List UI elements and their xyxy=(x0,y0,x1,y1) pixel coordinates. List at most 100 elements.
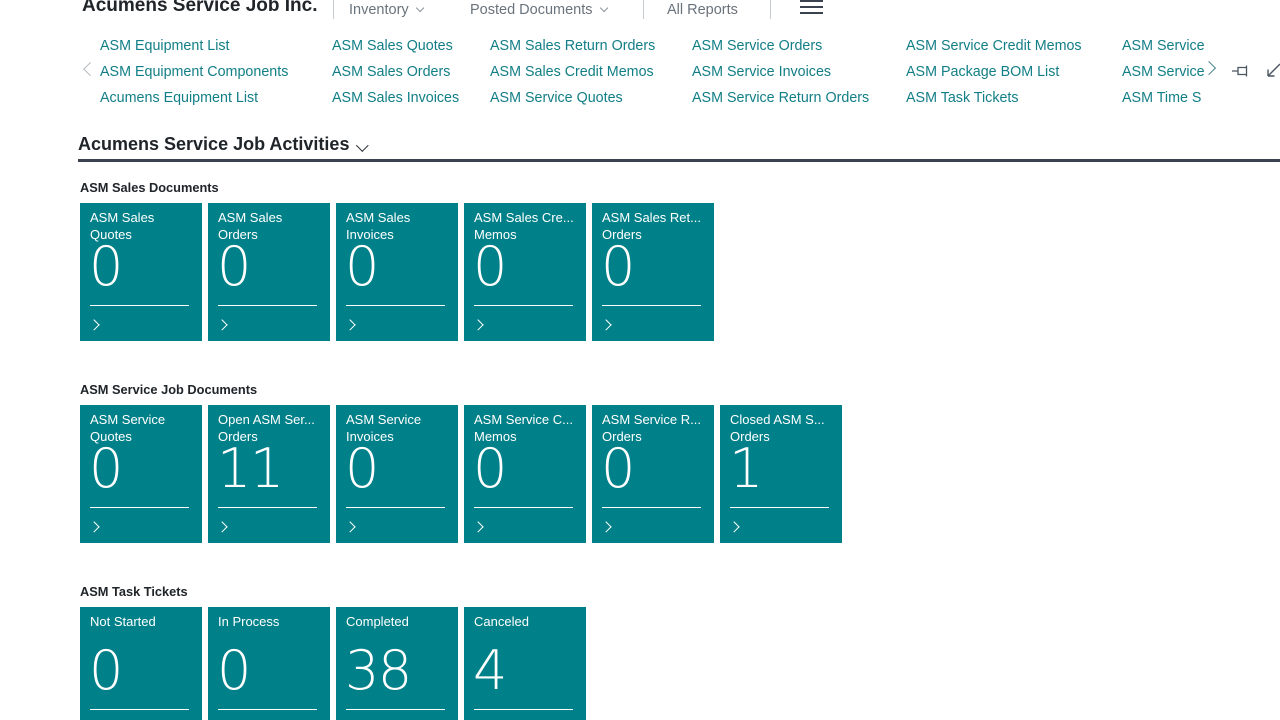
link-column: ASM Service OrdersASM Service InvoicesAS… xyxy=(692,33,869,111)
chevron-right-icon xyxy=(472,522,483,533)
tile-divider xyxy=(90,305,189,306)
cue-tile[interactable]: Open ASM Ser...Orders11 xyxy=(208,405,330,543)
chevron-right-icon xyxy=(216,522,227,533)
nav-link[interactable]: ASM Package BOM List xyxy=(906,59,1082,85)
cue-tile[interactable]: ASM SalesQuotes0 xyxy=(80,203,202,341)
tile-divider xyxy=(346,709,445,710)
page-title[interactable]: Acumens Service Job Inc. xyxy=(82,0,318,17)
chevron-right-icon xyxy=(88,522,99,533)
nav-separator xyxy=(333,0,334,19)
chevron-right-icon xyxy=(472,320,483,331)
cue-tile[interactable]: ASM SalesInvoices0 xyxy=(336,203,458,341)
chevron-right-icon xyxy=(344,320,355,331)
nav-link[interactable]: ASM Service Return Orders xyxy=(692,85,869,111)
tile-value: 0 xyxy=(217,241,250,293)
activity-group: ASM Service Job DocumentsASM ServiceQuot… xyxy=(80,382,842,543)
tile-divider xyxy=(218,507,317,508)
chevron-right-icon xyxy=(728,522,739,533)
nav-link[interactable]: ASM Sales Credit Memos xyxy=(490,59,655,85)
cue-tile[interactable]: Not Started 0 xyxy=(80,607,202,720)
cue-tile[interactable]: ASM Service R...Orders0 xyxy=(592,405,714,543)
activity-group: ASM Sales DocumentsASM SalesQuotes0ASM S… xyxy=(80,180,714,341)
nav-link[interactable]: ASM Task Tickets xyxy=(906,85,1082,111)
nav-separator xyxy=(643,0,644,19)
nav-item-label: Posted Documents xyxy=(470,2,593,18)
section-divider xyxy=(78,159,1280,162)
tile-title: In Process xyxy=(208,607,330,631)
tile-row: Not Started 0 In Process0Completed 38 Cancel… xyxy=(80,607,586,720)
group-label: ASM Sales Documents xyxy=(80,180,714,195)
resize-arrow-icon[interactable] xyxy=(1262,60,1280,82)
nav-link[interactable]: ASM Sales Invoices xyxy=(332,85,459,111)
tile-value: 38 xyxy=(345,645,411,697)
tile-divider xyxy=(346,305,445,306)
cue-tile[interactable]: ASM Service C...Memos0 xyxy=(464,405,586,543)
cue-tile[interactable]: ASM SalesOrders0 xyxy=(208,203,330,341)
tile-divider xyxy=(346,507,445,508)
chevron-right-icon xyxy=(600,522,611,533)
nav-item-inventory[interactable]: Inventory xyxy=(349,0,423,20)
cue-tile[interactable]: ASM ServiceInvoices0 xyxy=(336,405,458,543)
chevron-right-icon xyxy=(88,320,99,331)
nav-link[interactable]: ASM Service Invoices xyxy=(692,59,869,85)
chevron-right-icon xyxy=(600,320,611,331)
tile-divider xyxy=(474,305,573,306)
tile-value: 0 xyxy=(345,241,378,293)
tile-title: Completed xyxy=(336,607,458,631)
nav-link[interactable]: ASM Equipment List xyxy=(100,33,288,59)
tile-divider xyxy=(474,507,573,508)
tile-title: Not Started xyxy=(80,607,202,631)
tile-value: 4 xyxy=(473,645,506,697)
cue-tile[interactable]: Canceled4 xyxy=(464,607,586,720)
tile-value: 0 xyxy=(601,443,634,495)
tile-divider xyxy=(474,709,573,710)
cue-tile[interactable]: ASM Sales Cre...Memos0 xyxy=(464,203,586,341)
nav-link[interactable]: ASM Service Quotes xyxy=(490,85,655,111)
cue-tile[interactable]: ASM Sales Ret...Orders0 xyxy=(592,203,714,341)
nav-link[interactable]: ASM Service Orders xyxy=(692,33,869,59)
chevron-down-icon xyxy=(357,139,369,151)
tile-divider xyxy=(218,305,317,306)
cue-tile[interactable]: Closed ASM S...Orders1 xyxy=(720,405,842,543)
link-column: ASM Service Credit MemosASM Package BOM … xyxy=(906,33,1082,111)
chevron-down-icon xyxy=(599,4,608,13)
activity-group: ASM Task TicketsNot Started0In Process0C… xyxy=(80,584,586,720)
nav-item-label: All Reports xyxy=(667,2,738,18)
tile-value: 11 xyxy=(217,443,283,495)
tile-divider xyxy=(90,507,189,508)
nav-link[interactable]: ASM Equipment Components xyxy=(100,59,288,85)
nav-link[interactable]: Acumens Equipment List xyxy=(100,85,288,111)
nav-link[interactable]: ASM Service xyxy=(1122,33,1204,59)
nav-link[interactable]: ASM Sales Quotes xyxy=(332,33,459,59)
cue-tile[interactable]: In Process0 xyxy=(208,607,330,720)
nav-link[interactable]: ASM Sales Orders xyxy=(332,59,459,85)
cue-tile[interactable]: Completed 38 xyxy=(336,607,458,720)
carousel-next-icon[interactable] xyxy=(1202,61,1216,75)
menu-icon[interactable] xyxy=(800,0,823,18)
nav-item-all-reports[interactable]: All Reports xyxy=(667,0,738,20)
nav-item-posted-documents[interactable]: Posted Documents xyxy=(470,0,607,20)
nav-link[interactable]: ASM Service xyxy=(1122,59,1204,85)
nav-link[interactable]: ASM Time S xyxy=(1122,85,1204,111)
pin-icon[interactable] xyxy=(1231,63,1253,79)
nav-link[interactable]: ASM Service Credit Memos xyxy=(906,33,1082,59)
chevron-right-icon xyxy=(216,320,227,331)
tile-divider xyxy=(602,507,701,508)
link-column: ASM Sales Return OrdersASM Sales Credit … xyxy=(490,33,655,111)
link-column: ASM ServiceASM ServiceASM Time S xyxy=(1122,33,1204,111)
link-column: ASM Sales QuotesASM Sales OrdersASM Sale… xyxy=(332,33,459,111)
activities-title: Acumens Service Job Activities xyxy=(78,134,349,155)
nav-link[interactable]: ASM Sales Return Orders xyxy=(490,33,655,59)
chevron-right-icon xyxy=(344,522,355,533)
link-column: ASM Equipment ListASM Equipment Componen… xyxy=(100,33,288,111)
tile-value: 0 xyxy=(601,241,634,293)
group-label: ASM Task Tickets xyxy=(80,584,586,599)
links-columns: ASM Equipment ListASM Equipment Componen… xyxy=(100,33,1204,111)
tile-value: 0 xyxy=(89,645,122,697)
tile-divider xyxy=(730,507,829,508)
carousel-prev-icon[interactable] xyxy=(83,62,97,76)
activities-header[interactable]: Acumens Service Job Activities xyxy=(78,134,367,155)
tile-divider xyxy=(602,305,701,306)
cue-tile[interactable]: ASM ServiceQuotes0 xyxy=(80,405,202,543)
chevron-down-icon xyxy=(415,4,424,13)
